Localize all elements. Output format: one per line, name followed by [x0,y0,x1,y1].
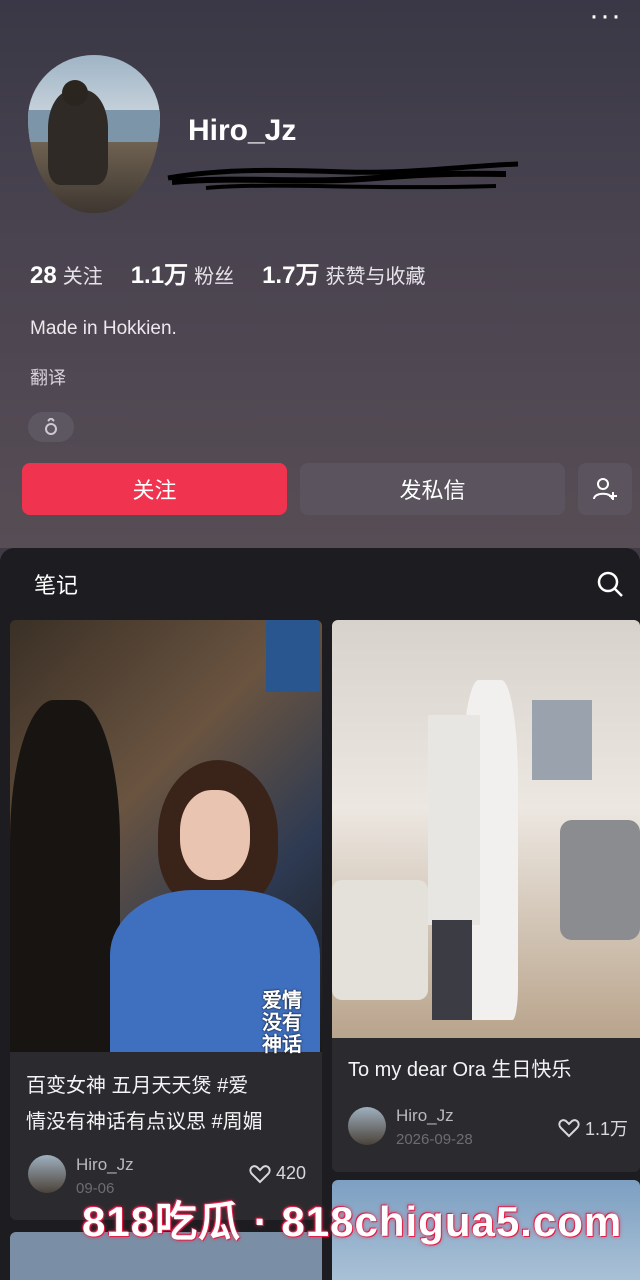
like-button[interactable]: 1.1万 [558,1115,628,1141]
post-image: 爱情没有神话 [10,620,322,1056]
translate-link[interactable]: 翻译 [30,364,66,390]
author-name[interactable]: Hiro_Jz [396,1106,454,1126]
profile-stats: 28 关注 1.1万 粉丝 1.7万 获赞与收藏 [30,255,425,290]
redaction-scribble [167,161,519,190]
post-card[interactable]: To my dear Ora 生日快乐 Hiro_Jz 2026-09-28 1… [332,620,640,1172]
gender-tag [28,412,74,442]
male-icon [45,418,57,435]
follow-button[interactable]: 关注 [22,463,287,515]
post-overlay-text: 爱情没有神话 [262,990,302,1056]
like-count: 1.1万 [584,1119,628,1139]
stat-followers[interactable]: 1.1万 粉丝 [131,255,234,290]
stat-likes[interactable]: 1.7万 获赞与收藏 [262,255,425,290]
tab-notes[interactable]: 笔记 [34,568,78,600]
username: Hiro_Jz [188,114,297,147]
post-card[interactable]: 爱情没有神话 百变女神 五月天天煲 #爱 情没有神话有点议思 #周媚 Hiro_… [10,620,322,1220]
post-image [332,620,640,1038]
heart-icon [249,1164,271,1183]
post-date: 2026-09-28 [396,1131,473,1148]
author-avatar[interactable] [348,1107,386,1145]
search-icon[interactable] [596,570,624,598]
post-title: 百变女神 五月天天煲 #爱 情没有神话有点议思 #周媚 [26,1075,263,1133]
message-button[interactable]: 发私信 [300,463,565,515]
post-title: To my dear Ora 生日快乐 [348,1059,572,1081]
add-user-icon [593,478,617,500]
like-button[interactable]: 420 [249,1163,306,1184]
more-horizontal-icon[interactable]: ··· [589,1,622,31]
add-friend-button[interactable] [578,463,632,515]
bio-text: Made in Hokkien. [30,318,177,339]
watermark: 818吃瓜 · 818chigua5.com [82,1198,623,1245]
author-avatar[interactable] [28,1155,66,1193]
like-count: 420 [275,1163,306,1183]
stat-following[interactable]: 28 关注 [30,260,103,290]
heart-icon [558,1119,580,1138]
author-name[interactable]: Hiro_Jz [76,1155,134,1175]
